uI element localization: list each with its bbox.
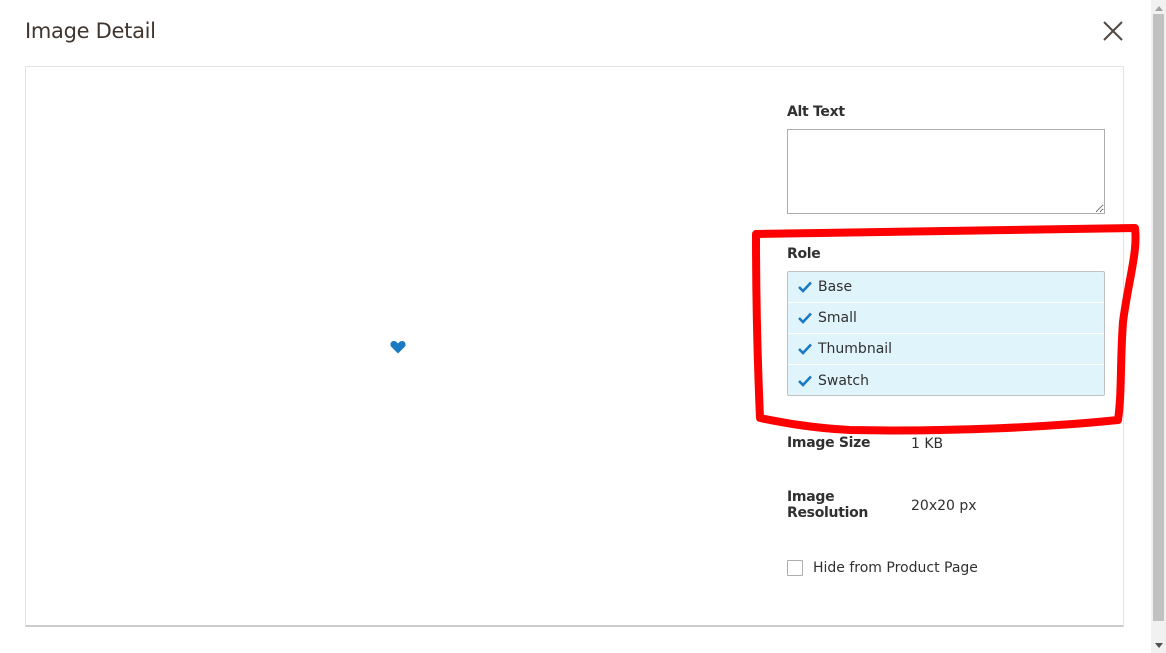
role-option-label: Base — [818, 279, 853, 295]
role-option-label: Thumbnail — [818, 341, 893, 357]
role-option-label: Swatch — [818, 372, 869, 389]
image-resolution-label-line2: Resolution — [787, 505, 869, 521]
scroll-down-button[interactable] — [1151, 637, 1166, 653]
alt-text-label: Alt Text — [787, 104, 845, 120]
role-option-small[interactable]: Small — [788, 303, 1104, 334]
image-resolution-label-line1: Image — [787, 489, 835, 505]
alt-text-input[interactable] — [787, 129, 1105, 214]
checkmark-icon — [798, 375, 812, 387]
checkmark-icon — [798, 281, 812, 293]
role-option-thumbnail[interactable]: Thumbnail — [788, 334, 1104, 365]
image-resolution-label: Image Resolution — [787, 489, 868, 521]
hide-from-product-page-label[interactable]: Hide from Product Page — [813, 560, 978, 576]
checkmark-icon — [798, 312, 812, 324]
checkmark-icon — [798, 343, 812, 355]
role-label: Role — [787, 246, 821, 262]
role-option-label: Small — [818, 310, 857, 326]
vertical-scrollbar[interactable] — [1151, 0, 1166, 653]
image-size-value: 1 KB — [911, 436, 944, 452]
heart-icon — [390, 341, 406, 354]
role-option-base[interactable]: Base — [788, 272, 1104, 303]
scroll-up-arrow-icon — [1154, 5, 1163, 11]
close-button[interactable] — [1100, 18, 1126, 44]
image-resolution-value: 20x20 px — [911, 498, 977, 514]
scroll-down-arrow-icon — [1154, 642, 1163, 648]
role-option-swatch[interactable]: Swatch — [788, 365, 1104, 395]
close-icon — [1103, 21, 1123, 41]
scrollbar-thumb[interactable] — [1153, 14, 1164, 621]
role-multiselect[interactable]: Base Small Thumbnail Swatch — [787, 271, 1105, 396]
image-size-label: Image Size — [787, 435, 871, 451]
modal-title: Image Detail — [25, 19, 156, 43]
hide-from-product-page-checkbox[interactable] — [787, 560, 803, 576]
